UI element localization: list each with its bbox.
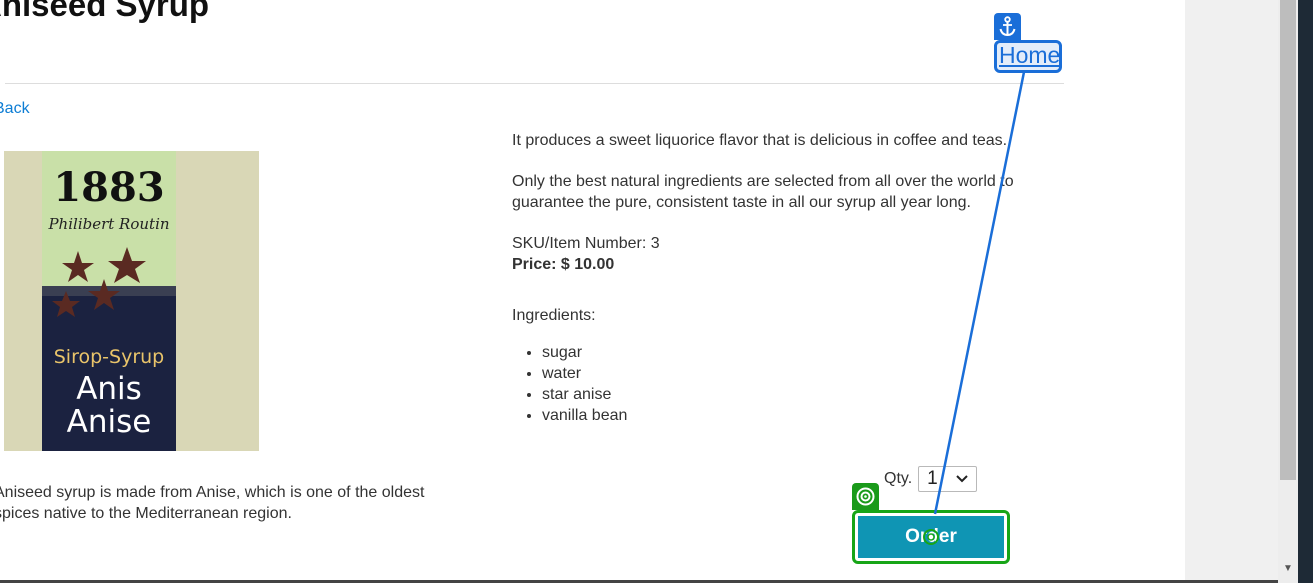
product-image: 1883 Philibert Routin Sirop-Syrup Anis A…	[4, 151, 259, 451]
sku-price-block: SKU/Item Number: 3 Price: $ 10.00	[512, 233, 1072, 275]
chevron-down-icon	[956, 472, 968, 486]
cursor-ring-icon	[922, 528, 940, 551]
page-gutter	[1185, 0, 1278, 583]
label-brand-text: 1883	[53, 164, 164, 211]
product-description-left: Aniseed syrup is made from Anise, which …	[0, 484, 425, 522]
label-line3-text: Anise	[67, 404, 152, 440]
sku-text: SKU/Item Number: 3	[512, 235, 660, 252]
description-paragraph-2: Only the best natural ingredients are se…	[512, 173, 1014, 211]
ingredients-label: Ingredients:	[512, 307, 596, 324]
scroll-down-arrow-icon[interactable]: ▼	[1281, 562, 1295, 576]
ingredients-list: sugar water star anise vanilla bean	[542, 342, 1072, 426]
ingredient-item: water	[542, 363, 1072, 384]
page-title: Aniseed Syrup	[0, 0, 210, 23]
product-page: Aniseed Syrup Back 1883 Philibert Routin…	[0, 0, 1185, 583]
home-link[interactable]: Home	[999, 42, 1060, 69]
qty-selected-value: 1	[927, 468, 938, 489]
quantity-control: Qty. 1	[884, 466, 978, 492]
qty-label: Qty.	[884, 470, 913, 487]
price-text: Price: $ 10.00	[512, 256, 615, 273]
ingredient-item: sugar	[542, 342, 1072, 363]
back-link[interactable]: Back	[0, 100, 30, 118]
label-line1-text: Sirop-Syrup	[54, 346, 165, 368]
qty-select[interactable]: 1	[918, 466, 978, 492]
scrollbar-thumb[interactable]	[1280, 0, 1296, 480]
label-line2-text: Anis	[76, 371, 142, 407]
label-maker-text: Philibert Routin	[47, 215, 169, 233]
adjacent-window-strip	[1298, 0, 1313, 583]
anchor-icon	[994, 13, 1021, 40]
divider	[5, 83, 1064, 84]
target-icon	[852, 483, 879, 510]
ingredient-item: star anise	[542, 384, 1072, 405]
description-paragraph-1: It produces a sweet liquorice flavor tha…	[512, 132, 1008, 149]
product-label-illustration: 1883 Philibert Routin Sirop-Syrup Anis A…	[4, 151, 259, 451]
product-details: It produces a sweet liquorice flavor tha…	[512, 130, 1072, 426]
ingredient-item: vanilla bean	[542, 405, 1072, 426]
